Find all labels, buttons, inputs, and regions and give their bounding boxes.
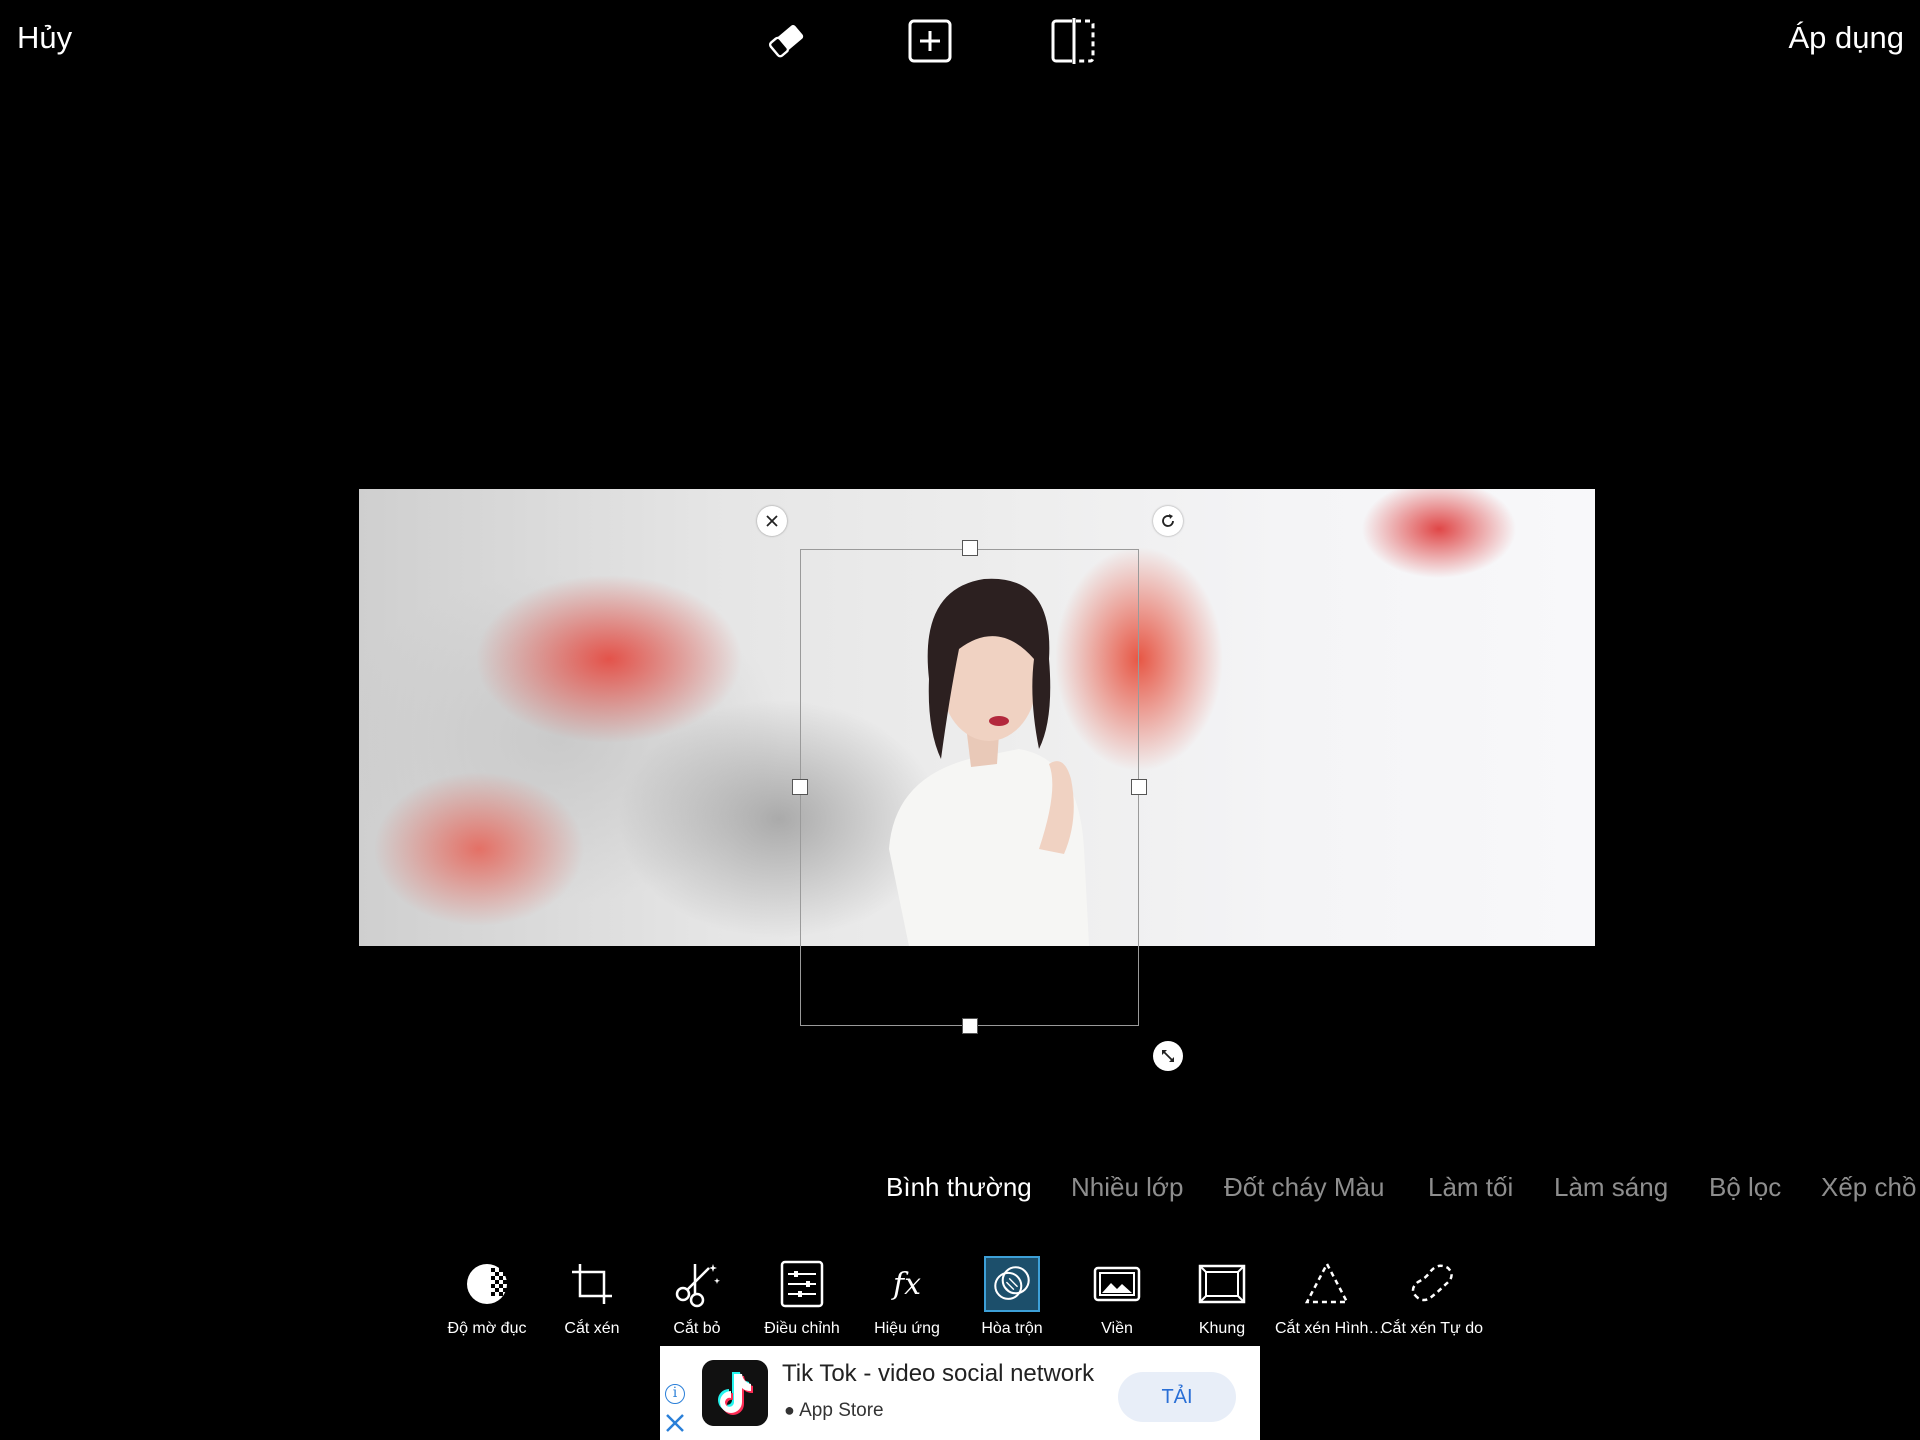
ad-banner[interactable]: i Tik Tok - video social network ● App S…: [660, 1346, 1260, 1440]
rotate-button[interactable]: [1153, 506, 1183, 536]
tool-shape-crop[interactable]: Cắt xén Hình…: [1275, 1256, 1385, 1338]
blend-mode-item[interactable]: Bình thường: [886, 1172, 1032, 1203]
tool-label: Viền: [1101, 1320, 1133, 1337]
resize-handle-left[interactable]: [792, 779, 808, 795]
tool-label: Điều chỉnh: [764, 1320, 840, 1337]
ad-info-icon[interactable]: i: [665, 1384, 685, 1404]
blend-mode-item[interactable]: Xếp chồ: [1821, 1172, 1916, 1203]
border-icon: [1089, 1256, 1145, 1312]
free-crop-icon: [1404, 1256, 1460, 1312]
ad-download-button[interactable]: TẢI: [1118, 1372, 1236, 1422]
cutout-icon: [669, 1256, 725, 1312]
tool-adjust[interactable]: Điều chỉnh: [750, 1256, 854, 1338]
apple-icon: ●: [784, 1400, 795, 1420]
tool-blend[interactable]: Hòa trộn: [960, 1256, 1064, 1338]
tool-label: Cắt xén Hình…: [1275, 1320, 1385, 1337]
ad-store-text: App Store: [799, 1400, 884, 1421]
rotate-icon: [1162, 514, 1174, 527]
tool-border[interactable]: Viền: [1065, 1256, 1169, 1338]
adjust-icon: [774, 1256, 830, 1312]
blend-mode-item[interactable]: Làm sáng: [1554, 1172, 1668, 1203]
resize-handle-top[interactable]: [962, 540, 978, 556]
blend-mode-item[interactable]: Làm tối: [1428, 1172, 1513, 1203]
tool-free-crop[interactable]: Cắt xén Tự do: [1380, 1256, 1484, 1338]
remove-layer-button[interactable]: [757, 506, 787, 536]
tool-label: Hòa trộn: [981, 1320, 1043, 1337]
ad-title: Tik Tok - video social network: [782, 1360, 1095, 1387]
tool-crop[interactable]: Cắt xén: [540, 1256, 644, 1338]
blend-mode-item[interactable]: Đốt cháy Màu: [1224, 1172, 1384, 1203]
tool-cutout[interactable]: Cắt bỏ: [645, 1256, 749, 1338]
tool-effects[interactable]: fx Hiệu ứng: [855, 1256, 959, 1338]
selection-box[interactable]: [800, 549, 1139, 1026]
ad-close-icon[interactable]: [664, 1412, 686, 1434]
tool-opacity[interactable]: Độ mờ đục: [435, 1256, 539, 1338]
tiktok-logo-icon: [702, 1360, 768, 1426]
apply-button[interactable]: Áp dụng: [1789, 20, 1905, 56]
blend-mode-item[interactable]: Nhiều lớp: [1071, 1172, 1183, 1203]
add-layer-icon[interactable]: [905, 18, 955, 64]
svg-text:fx: fx: [891, 1267, 921, 1302]
blend-icon: [984, 1256, 1040, 1312]
scale-button[interactable]: [1153, 1041, 1183, 1071]
tool-label: Cắt xén Tự do: [1380, 1320, 1484, 1337]
frame-icon: [1194, 1256, 1250, 1312]
effects-icon: fx: [879, 1256, 935, 1312]
tool-label: Khung: [1198, 1320, 1246, 1337]
tool-frame[interactable]: Khung: [1170, 1256, 1274, 1338]
tool-bar: Độ mờ đục Cắt xén Cắt bỏ Điều chỉnh fx H…: [0, 1256, 1920, 1346]
shape-crop-icon: [1299, 1256, 1355, 1312]
tool-label: Cắt bỏ: [673, 1320, 721, 1337]
flip-icon[interactable]: [1048, 18, 1098, 64]
crop-icon: [564, 1256, 620, 1312]
cancel-button[interactable]: Hủy: [17, 20, 72, 56]
blend-mode-item[interactable]: Bộ lọc: [1709, 1172, 1781, 1203]
resize-handle-bottom[interactable]: [962, 1018, 978, 1034]
opacity-icon: [459, 1256, 515, 1312]
tool-label: Hiệu ứng: [874, 1320, 940, 1337]
eraser-icon[interactable]: [762, 18, 812, 64]
tool-label: Độ mờ đục: [447, 1320, 527, 1337]
close-icon: [766, 515, 778, 527]
ad-store-label: ● App Store: [784, 1400, 884, 1422]
tool-label: Cắt xén: [564, 1320, 620, 1337]
resize-arrows-icon: [1162, 1050, 1174, 1062]
top-toolbar: Hủy Áp dụng: [0, 0, 1920, 84]
resize-handle-right[interactable]: [1131, 779, 1147, 795]
